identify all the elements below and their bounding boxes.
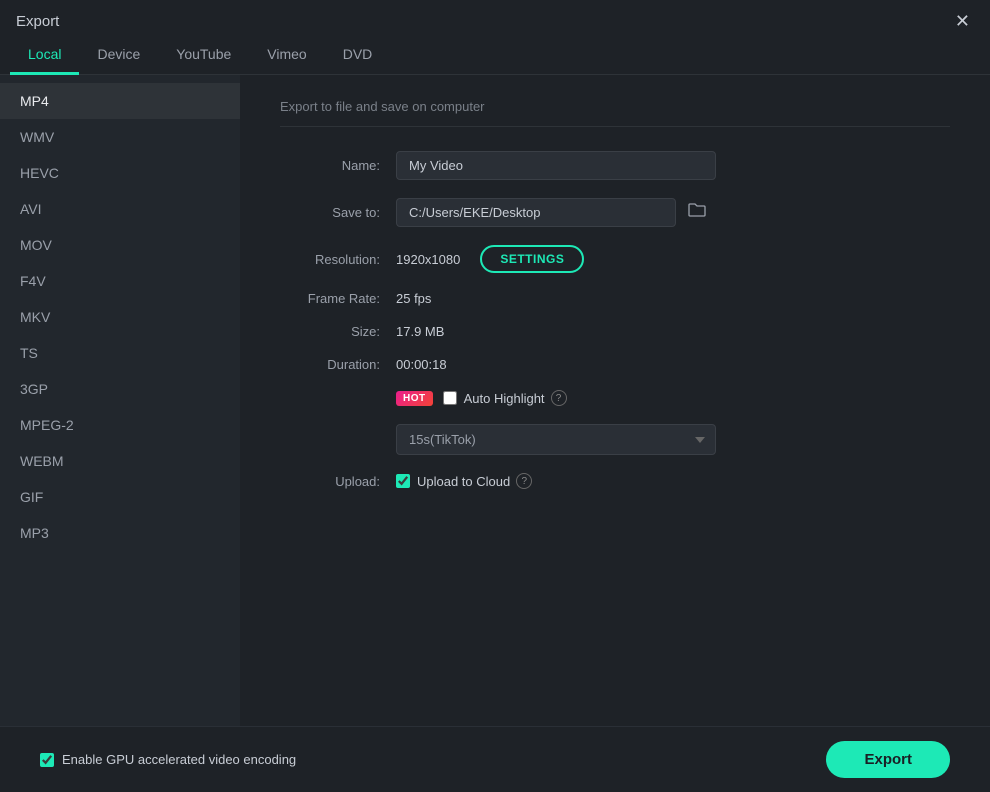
sidebar-item-f4v[interactable]: F4V — [0, 263, 240, 299]
highlight-duration-select[interactable]: 15s(TikTok) 30s 60s — [396, 424, 716, 455]
auto-highlight-checkbox-label[interactable]: Auto Highlight — [443, 391, 545, 406]
upload-to-cloud-checkbox[interactable] — [396, 474, 410, 488]
gpu-acceleration-label[interactable]: Enable GPU accelerated video encoding — [40, 752, 296, 767]
export-panel: Export to file and save on computer Name… — [240, 75, 990, 726]
title-bar: Export ✕ — [0, 0, 990, 38]
format-sidebar: MP4 WMV HEVC AVI MOV F4V MKV TS 3GP MPEG… — [0, 75, 240, 726]
frame-rate-label: Frame Rate: — [280, 291, 380, 306]
auto-highlight-text: Auto Highlight — [464, 391, 545, 406]
hot-badge: HOT — [396, 391, 433, 406]
upload-row: Upload: Upload to Cloud ? — [280, 473, 950, 489]
upload-help-icon[interactable]: ? — [516, 473, 532, 489]
auto-highlight-help-icon[interactable]: ? — [551, 390, 567, 406]
auto-highlight-row: HOT Auto Highlight ? — [280, 390, 950, 406]
tab-dvd[interactable]: DVD — [325, 38, 391, 75]
upload-label: Upload: — [280, 474, 380, 489]
gpu-acceleration-text: Enable GPU accelerated video encoding — [62, 752, 296, 767]
size-row: Size: 17.9 MB — [280, 324, 950, 339]
main-content: MP4 WMV HEVC AVI MOV F4V MKV TS 3GP MPEG… — [0, 75, 990, 726]
sidebar-item-mpeg2[interactable]: MPEG-2 — [0, 407, 240, 443]
duration-row: Duration: 00:00:18 — [280, 357, 950, 372]
browse-folder-button[interactable] — [684, 198, 710, 227]
settings-button[interactable]: SETTINGS — [480, 245, 584, 273]
tab-local[interactable]: Local — [10, 38, 79, 75]
sidebar-item-avi[interactable]: AVI — [0, 191, 240, 227]
size-label: Size: — [280, 324, 380, 339]
frame-rate-value: 25 fps — [396, 291, 431, 306]
name-label: Name: — [280, 158, 380, 173]
gpu-acceleration-checkbox[interactable] — [40, 753, 54, 767]
upload-checkbox-label[interactable]: Upload to Cloud — [396, 474, 510, 489]
size-value: 17.9 MB — [396, 324, 444, 339]
dialog-title: Export — [16, 13, 59, 30]
sidebar-item-mp4[interactable]: MP4 — [0, 83, 240, 119]
tab-device[interactable]: Device — [79, 38, 158, 75]
close-button[interactable]: ✕ — [951, 10, 974, 32]
save-to-row: Save to: — [280, 198, 950, 227]
resolution-row: Resolution: 1920x1080 SETTINGS — [280, 245, 950, 273]
name-input[interactable] — [396, 151, 716, 180]
sidebar-item-mov[interactable]: MOV — [0, 227, 240, 263]
export-button[interactable]: Export — [826, 741, 950, 778]
footer-bar: Enable GPU accelerated video encoding Ex… — [0, 726, 990, 792]
sidebar-item-wmv[interactable]: WMV — [0, 119, 240, 155]
auto-highlight-group: HOT Auto Highlight ? — [396, 390, 567, 406]
save-to-input[interactable] — [396, 198, 676, 227]
save-to-field-group — [396, 198, 710, 227]
resolution-value: 1920x1080 — [396, 252, 460, 267]
sidebar-item-ts[interactable]: TS — [0, 335, 240, 371]
sidebar-item-hevc[interactable]: HEVC — [0, 155, 240, 191]
sidebar-item-gif[interactable]: GIF — [0, 479, 240, 515]
name-row: Name: — [280, 151, 950, 180]
frame-rate-row: Frame Rate: 25 fps — [280, 291, 950, 306]
tab-vimeo[interactable]: Vimeo — [249, 38, 324, 75]
duration-label: Duration: — [280, 357, 380, 372]
auto-highlight-checkbox[interactable] — [443, 391, 457, 405]
highlight-dropdown-row: 15s(TikTok) 30s 60s — [280, 424, 950, 455]
duration-value: 00:00:18 — [396, 357, 447, 372]
upload-to-cloud-text: Upload to Cloud — [417, 474, 510, 489]
tabs-bar: Local Device YouTube Vimeo DVD — [0, 38, 990, 75]
sidebar-item-mp3[interactable]: MP3 — [0, 515, 240, 551]
sidebar-item-3gp[interactable]: 3GP — [0, 371, 240, 407]
folder-icon — [688, 202, 706, 218]
upload-group: Upload to Cloud ? — [396, 473, 532, 489]
panel-description: Export to file and save on computer — [280, 99, 950, 127]
resolution-value-group: 1920x1080 SETTINGS — [396, 245, 584, 273]
save-to-label: Save to: — [280, 205, 380, 220]
resolution-label: Resolution: — [280, 252, 380, 267]
tab-youtube[interactable]: YouTube — [158, 38, 249, 75]
sidebar-item-webm[interactable]: WEBM — [0, 443, 240, 479]
sidebar-item-mkv[interactable]: MKV — [0, 299, 240, 335]
